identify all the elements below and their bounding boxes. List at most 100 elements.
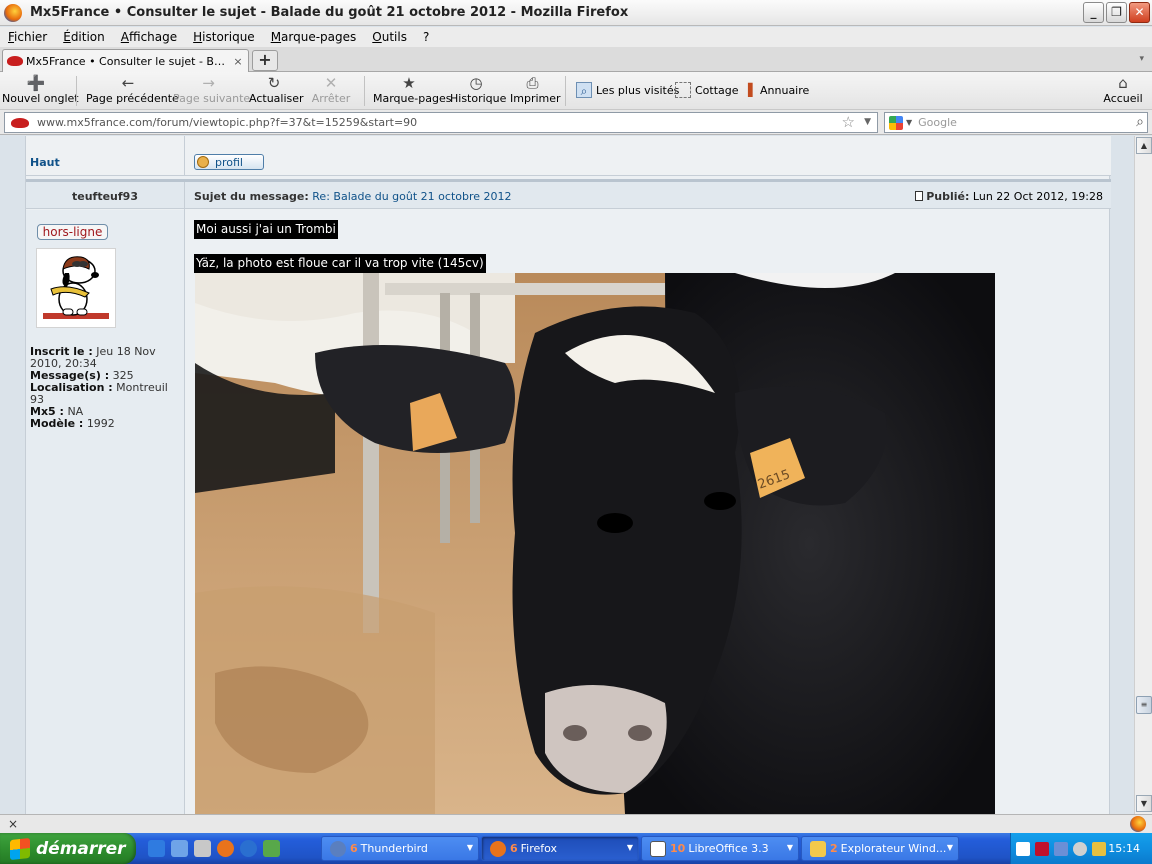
url-field[interactable]: www.mx5france.com/forum/viewtopic.php?f=… xyxy=(4,112,878,133)
task-firefox[interactable]: 6 Firefox ▼ xyxy=(481,836,639,861)
findbar-close-icon[interactable]: × xyxy=(8,817,18,831)
print-button[interactable]: ⎙ Imprimer xyxy=(510,74,561,105)
start-button[interactable]: démarrer xyxy=(0,833,136,864)
tray-network-icon[interactable] xyxy=(1054,841,1068,856)
search-magnifier-icon[interactable]: ⌕ xyxy=(1136,113,1144,132)
engine-chevron-down-icon[interactable]: ▼ xyxy=(906,118,912,127)
post-photo-cow: 2615 xyxy=(195,273,995,814)
toolbar-separator xyxy=(565,76,566,106)
google-engine-icon[interactable] xyxy=(889,115,903,130)
task-explorer[interactable]: 2 Explorateur Wind... ▼ xyxy=(801,836,959,861)
stop-icon: ✕ xyxy=(324,74,338,92)
model-row: Modèle : 1992 xyxy=(30,418,182,430)
menu-marque-pages[interactable]: Marque-pages xyxy=(271,30,357,44)
quicklaunch-desktop-icon[interactable] xyxy=(171,840,188,857)
site-identity-icon[interactable] xyxy=(11,117,29,128)
forward-button[interactable]: → Page suivante xyxy=(173,74,250,105)
status-bar: × xyxy=(0,814,1152,833)
bookmark-cottage[interactable]: Cottage xyxy=(675,82,739,98)
profile-button[interactable]: profil xyxy=(194,154,264,170)
most-visited-label: Les plus visités xyxy=(596,83,680,97)
task-count: 6 xyxy=(350,842,358,855)
new-tab-button[interactable]: + xyxy=(252,50,278,71)
posted-value: Lun 22 Oct 2012, 19:28 xyxy=(972,190,1103,203)
tab-close-icon[interactable]: × xyxy=(231,55,245,68)
stop-button[interactable]: ✕ Arrêter xyxy=(311,74,351,105)
previous-post-footer: Haut profil xyxy=(26,136,1111,176)
menu-help[interactable]: ? xyxy=(423,30,429,44)
reload-icon: ↻ xyxy=(267,74,281,92)
task-label: LibreOffice 3.3 xyxy=(688,842,769,855)
scroll-thumb[interactable]: ≡ xyxy=(1136,696,1152,714)
bookmark-annuaire[interactable]: ▐ Annuaire xyxy=(740,82,809,98)
history-clock-icon: ◷ xyxy=(469,74,483,92)
reload-button[interactable]: ↻ Actualiser xyxy=(249,74,304,105)
menu-outils[interactable]: Outils xyxy=(372,30,407,44)
firefox-addon-icon[interactable] xyxy=(1130,816,1146,832)
new-tab-toolbar-button[interactable]: ➕ Nouvel onglet xyxy=(2,74,79,105)
url-text[interactable]: www.mx5france.com/forum/viewtopic.php?f=… xyxy=(37,116,417,129)
system-clock: 15:14 xyxy=(1108,842,1140,855)
scroll-down-icon[interactable]: ▼ xyxy=(1136,795,1152,812)
quicklaunch-firefox-icon[interactable] xyxy=(217,840,234,857)
tray-app-icon[interactable] xyxy=(1073,841,1087,856)
task-thunderbird[interactable]: 6 Thunderbird ▼ xyxy=(321,836,479,861)
quicklaunch-app-icon[interactable] xyxy=(194,840,211,857)
maximize-button[interactable]: ❐ xyxy=(1106,2,1127,23)
post-author[interactable]: teufteuf93 xyxy=(26,190,184,203)
search-placeholder: Google xyxy=(918,116,957,129)
forward-arrow-icon: → xyxy=(202,74,215,92)
bookmarks-button[interactable]: ★ Marque-pages xyxy=(373,74,451,105)
menu-affichage[interactable]: Affichage xyxy=(121,30,177,44)
home-button[interactable]: ⌂ Accueil xyxy=(1102,74,1144,105)
status-badge: hors-ligne xyxy=(37,224,108,240)
search-field[interactable]: ▼ Google ⌕ xyxy=(884,112,1148,133)
scroll-up-icon[interactable]: ▲ xyxy=(1136,137,1152,154)
tray-antivirus-icon[interactable] xyxy=(1035,841,1049,856)
post-document-icon[interactable] xyxy=(915,191,924,201)
history-button[interactable]: ◷ Historique xyxy=(450,74,506,105)
page-viewport: Haut profil teufteuf93 Sujet du message:… xyxy=(0,136,1134,814)
cottage-label: Cottage xyxy=(695,83,739,97)
posted-label: Publié: xyxy=(926,190,970,203)
printer-icon: ⎙ xyxy=(526,74,539,92)
task-label: Firefox xyxy=(520,842,558,855)
profile-button-label: profil xyxy=(215,155,243,169)
author-profile-column: hors-ligne Inscrit le: Jeu 18 Nov 2010,… xyxy=(26,210,184,814)
task-chevron-down-icon: ▼ xyxy=(946,843,953,852)
history-label: Historique xyxy=(450,92,507,105)
system-tray: 15:14 xyxy=(1010,833,1152,864)
menu-edition[interactable]: Édition xyxy=(63,30,105,44)
mx5-favicon-icon xyxy=(7,56,23,66)
quicklaunch-media-icon[interactable] xyxy=(240,840,257,857)
subject-link[interactable]: Re: Balade du goût 21 octobre 2012 xyxy=(312,190,511,203)
task-libreoffice[interactable]: 10 LibreOffice 3.3 ▼ xyxy=(641,836,799,861)
new-tab-icon: ➕ xyxy=(26,74,46,92)
volume-icon[interactable] xyxy=(1092,841,1106,856)
top-link[interactable]: Haut xyxy=(30,156,60,169)
menu-fichier[interactable]: Fichier xyxy=(8,30,47,44)
bookmark-most-visited[interactable]: ⌕ Les plus visités xyxy=(576,82,679,98)
avatar xyxy=(36,248,116,328)
menu-historique[interactable]: Historique xyxy=(193,30,255,44)
tab-mx5france[interactable]: Mx5France • Consulter le sujet - Balade … xyxy=(2,49,249,72)
url-history-chevron-down-icon[interactable]: ▼ xyxy=(864,113,871,132)
thunderbird-icon xyxy=(330,840,346,857)
forum-panel: Haut profil teufteuf93 Sujet du message:… xyxy=(25,136,1111,814)
reload-label: Actualiser xyxy=(249,92,304,105)
close-button[interactable]: ✕ xyxy=(1129,2,1150,23)
back-button[interactable]: ← Page précédente xyxy=(86,74,179,105)
bookmark-star-outline-icon[interactable]: ☆ xyxy=(842,113,855,132)
tray-document-icon[interactable] xyxy=(1016,841,1030,856)
minimize-button[interactable]: _ xyxy=(1083,2,1104,23)
document-icon xyxy=(650,840,666,857)
model-label: Modèle : xyxy=(30,417,84,430)
toolbar-separator xyxy=(364,76,365,106)
post-date: Publié: Lun 22 Oct 2012, 19:28 xyxy=(915,190,1103,203)
tab-strip: Mx5France • Consulter le sujet - Balade … xyxy=(0,47,1152,72)
vertical-scrollbar[interactable]: ▲ ≡ ▼ xyxy=(1134,136,1152,814)
quicklaunch-tool-icon[interactable] xyxy=(263,840,280,857)
tab-list-chevron-down-icon[interactable]: ▾ xyxy=(1139,54,1144,64)
quicklaunch-ie-icon[interactable] xyxy=(148,840,165,857)
windows-flag-icon xyxy=(10,837,30,860)
